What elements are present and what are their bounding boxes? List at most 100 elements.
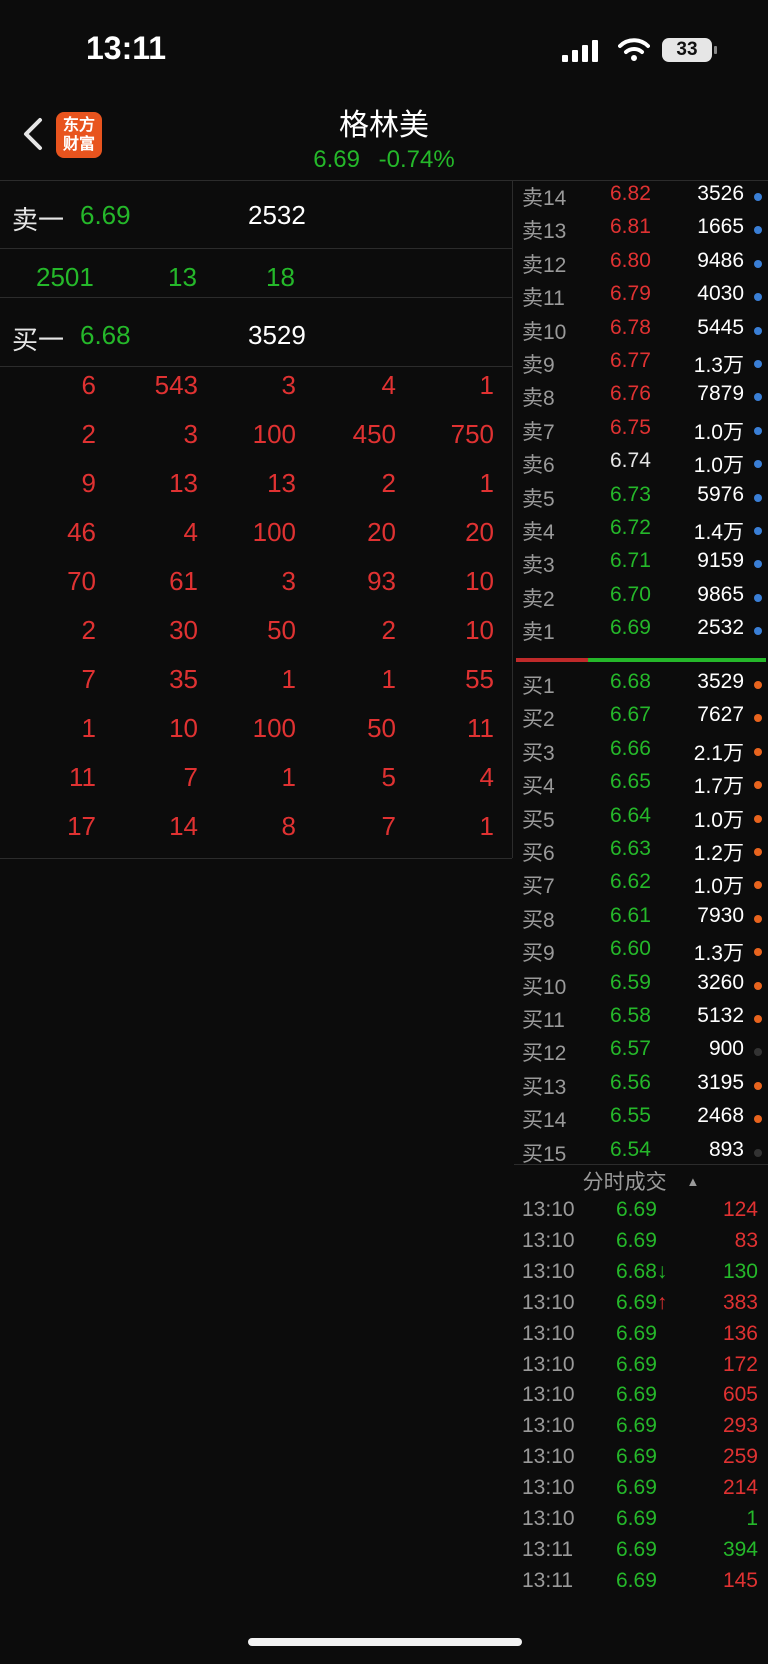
level-dot-icon <box>754 326 762 335</box>
level-dot-icon <box>754 1015 762 1023</box>
queue-cell: 1 <box>281 762 296 792</box>
bid-level-row[interactable]: 买10 6.59 3260 <box>514 971 768 1004</box>
ask-level-row[interactable]: 卖14 6.82 3526 <box>514 182 768 215</box>
trade-volume: 214 <box>722 1476 758 1500</box>
level-label: 买13 <box>522 1075 567 1099</box>
bid-level-row[interactable]: 买4 6.65 1.7万 <box>514 770 768 803</box>
best-bid-price: 6.68 <box>80 320 131 350</box>
trade-row: 13:10 6.69 136 <box>514 1322 768 1353</box>
queue-cell: 2 <box>81 615 96 645</box>
trade-volume: 259 <box>722 1445 758 1469</box>
bid-level-row[interactable]: 买9 6.60 1.3万 <box>514 937 768 970</box>
level-volume: 4030 <box>697 282 744 306</box>
ask-level-row[interactable]: 卖6 6.74 1.0万 <box>514 449 768 482</box>
ask-level-row[interactable]: 卖12 6.80 9486 <box>514 249 768 282</box>
level-label: 买4 <box>522 775 555 799</box>
level-volume: 1.3万 <box>693 942 744 966</box>
trade-time: 13:10 <box>522 1414 575 1438</box>
level-price: 6.67 <box>610 703 651 727</box>
bid-level-row[interactable]: 买5 6.64 1.0万 <box>514 804 768 837</box>
bid-level-row[interactable]: 买2 6.67 7627 <box>514 703 768 736</box>
trades-header[interactable]: 分时成交 ▲ <box>514 1166 768 1196</box>
level-label: 卖5 <box>522 487 555 511</box>
bid-level-row[interactable]: 买6 6.63 1.2万 <box>514 837 768 870</box>
battery-level: 33 <box>676 39 698 60</box>
ask-level-row[interactable]: 卖2 6.70 9865 <box>514 583 768 616</box>
queue-cell: 55 <box>465 664 494 694</box>
level-label: 卖14 <box>522 187 567 210</box>
queue-cell: 17 <box>67 811 96 841</box>
trade-time: 13:10 <box>522 1445 575 1469</box>
queue-cell: 14 <box>169 811 198 841</box>
queue-cell: 2 <box>81 419 96 449</box>
queue-cell: 450 <box>352 419 396 449</box>
level-label: 买8 <box>522 908 555 932</box>
level-price: 6.56 <box>610 1070 651 1094</box>
queue-cell: 1 <box>479 811 494 841</box>
level-dot-icon <box>754 781 762 790</box>
queue-cell: 61 <box>169 566 198 596</box>
level-dot-icon <box>754 593 762 602</box>
queue-row: 17 14 8 7 1 <box>0 811 512 860</box>
ask-level-row[interactable]: 卖11 6.79 4030 <box>514 282 768 315</box>
bid-level-row[interactable]: 买8 6.61 7930 <box>514 904 768 937</box>
trade-volume: 1 <box>746 1507 758 1530</box>
level-label: 卖11 <box>522 287 565 311</box>
level-price: 6.66 <box>610 736 651 760</box>
queue-row: 9 13 13 2 1 <box>0 468 512 517</box>
ask-level-row[interactable]: 卖4 6.72 1.4万 <box>514 516 768 549</box>
level-dot-icon <box>754 747 762 756</box>
level-label: 买10 <box>522 975 567 999</box>
queue-cell: 4 <box>381 370 396 400</box>
level-price: 6.55 <box>610 1104 651 1128</box>
trade-price: 6.69 <box>616 1445 657 1469</box>
stock-change-pct: -0.74% <box>378 146 455 173</box>
bid-level-row[interactable]: 买12 6.57 900 <box>514 1037 768 1070</box>
trade-volume: 124 <box>722 1198 758 1221</box>
level-dot-icon <box>754 881 762 890</box>
trade-row: 13:11 6.69 145 <box>514 1569 768 1600</box>
level-price: 6.64 <box>610 803 651 827</box>
ask-level-row[interactable]: 卖10 6.78 5445 <box>514 316 768 349</box>
level-price: 6.74 <box>610 449 651 473</box>
level-dot-icon <box>754 393 762 402</box>
queue-cell: 3 <box>183 419 198 449</box>
bid-level-row[interactable]: 买7 6.62 1.0万 <box>514 870 768 903</box>
cellular-signal-icon <box>562 40 598 62</box>
level-volume: 1.3万 <box>693 354 744 377</box>
level-dot-icon <box>754 460 762 469</box>
trade-time: 13:10 <box>522 1476 575 1500</box>
ask-level-row[interactable]: 卖3 6.71 9159 <box>514 549 768 582</box>
ask-level-row[interactable]: 卖7 6.75 1.0万 <box>514 416 768 449</box>
level-dot-icon <box>754 193 762 201</box>
bid-level-row[interactable]: 买11 6.58 5132 <box>514 1004 768 1037</box>
level-label: 买14 <box>522 1109 567 1133</box>
level-price: 6.81 <box>610 215 651 239</box>
bid-level-row[interactable]: 买14 6.55 2468 <box>514 1104 768 1137</box>
level-volume: 1.7万 <box>693 775 744 799</box>
ask-level-row[interactable]: 卖13 6.81 1665 <box>514 215 768 248</box>
bid-level-row[interactable]: 买13 6.56 3195 <box>514 1071 768 1104</box>
level-price: 6.63 <box>610 837 651 860</box>
level-dot-icon <box>754 814 762 823</box>
level-label: 买2 <box>522 708 555 732</box>
level-dot-icon <box>754 681 762 689</box>
ask-level-row[interactable]: 卖9 6.77 1.3万 <box>514 349 768 382</box>
home-indicator[interactable] <box>248 1638 522 1646</box>
queue-cell: 3 <box>281 566 296 596</box>
queue-cell: 1 <box>281 664 296 694</box>
ask-level-row[interactable]: 卖1 6.69 2532 <box>514 616 768 649</box>
level-dot-icon <box>754 560 762 569</box>
bid-level-row[interactable]: 买1 6.68 3529 <box>514 670 768 703</box>
queue-cell: 1 <box>479 468 494 498</box>
ask-level-row[interactable]: 卖8 6.76 7879 <box>514 382 768 415</box>
level-price: 6.58 <box>610 1004 651 1027</box>
level-price: 6.76 <box>610 382 651 406</box>
queue-cell: 5 <box>381 762 396 792</box>
queue-cell: 35 <box>169 664 198 694</box>
ask-level-row[interactable]: 卖5 6.73 5976 <box>514 483 768 516</box>
level-label: 买6 <box>522 842 555 865</box>
level-dot-icon <box>754 627 762 636</box>
level-volume: 9159 <box>697 549 744 573</box>
bid-level-row[interactable]: 买3 6.66 2.1万 <box>514 737 768 770</box>
